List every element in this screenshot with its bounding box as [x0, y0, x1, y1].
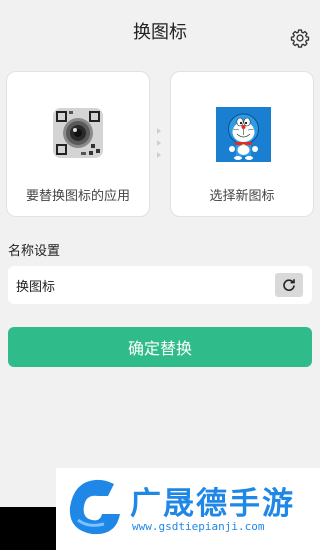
- refresh-icon: [283, 279, 295, 291]
- chevron-right-icon: [157, 152, 161, 158]
- name-field-row: [8, 266, 312, 304]
- chevron-right-icon: [157, 128, 161, 134]
- new-icon-label: 选择新图标: [209, 189, 275, 204]
- arrow-indicator: [157, 128, 163, 158]
- app-header: 换图标: [0, 0, 320, 62]
- name-setting-label: 名称设置: [8, 244, 61, 259]
- watermark-banner: 广晟德手游 www.gsdtiepianji.com: [56, 468, 320, 550]
- watermark-logo-icon: [69, 479, 120, 535]
- doraemon-icon: [216, 107, 271, 162]
- watermark-url: www.gsdtiepianji.com: [132, 520, 265, 533]
- watermark-title: 广晟德手游: [130, 486, 295, 522]
- confirm-replace-button[interactable]: 确定替换: [8, 327, 312, 367]
- app-name-input[interactable]: [16, 266, 266, 304]
- reset-name-button[interactable]: [275, 273, 303, 297]
- page-title: 换图标: [133, 22, 187, 43]
- gear-icon[interactable]: [290, 28, 310, 48]
- camera-lens-icon: [53, 108, 103, 158]
- black-overlay: [0, 507, 56, 550]
- source-app-label: 要替换图标的应用: [25, 189, 130, 204]
- new-icon-card[interactable]: 选择新图标: [170, 71, 314, 217]
- source-app-card[interactable]: 要替换图标的应用: [6, 71, 150, 217]
- chevron-right-icon: [157, 140, 161, 146]
